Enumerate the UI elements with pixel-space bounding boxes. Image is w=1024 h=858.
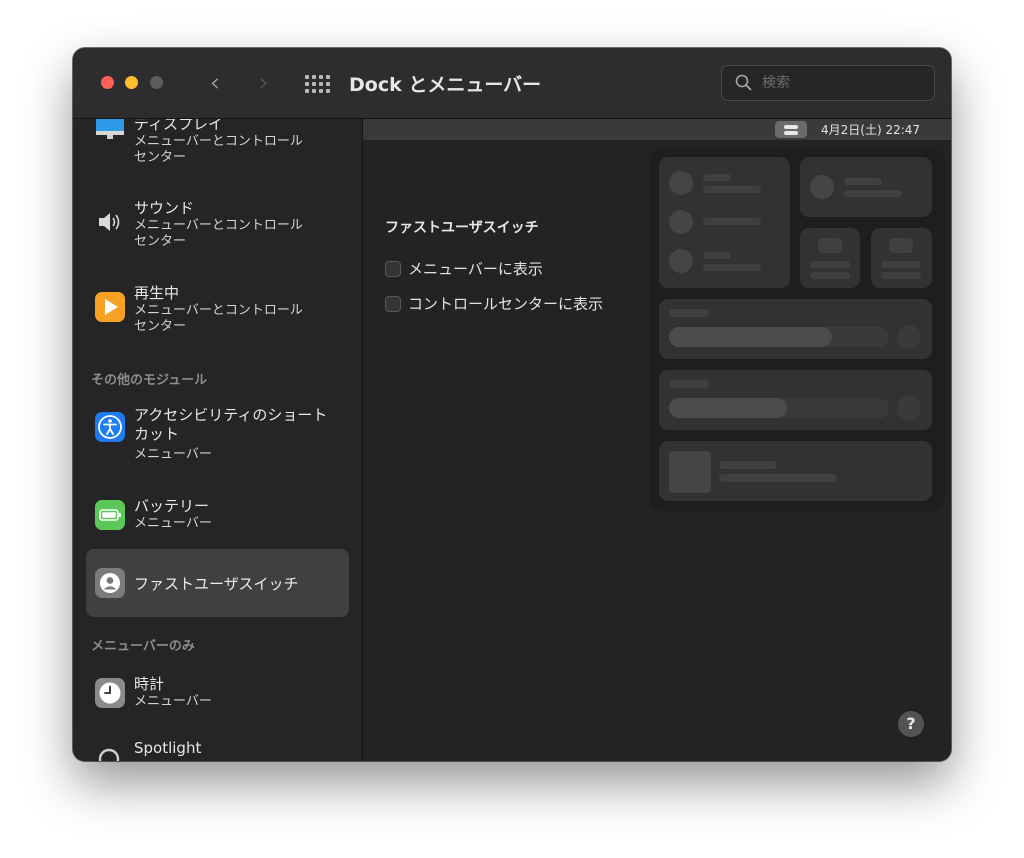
option-show-in-menubar[interactable]: メニューバーに表示 [385, 258, 543, 279]
sidebar-item-label: ディスプレイ [134, 119, 223, 133]
control-center-preview [649, 149, 945, 511]
preview-tile [800, 228, 860, 288]
back-arrow-icon[interactable]: ‹ [202, 70, 228, 96]
search-input[interactable] [762, 66, 922, 100]
sidebar-item-label: サウンド [134, 199, 195, 217]
sidebar-item-sound[interactable]: サウンド メニューバーとコントロール センター [87, 197, 349, 259]
preview-tile [659, 370, 932, 430]
section-title: ファストユーザスイッチ [385, 220, 539, 236]
sidebar-item-spotlight[interactable]: Spotlight [87, 739, 349, 761]
sidebar-item-accessibility-shortcut[interactable]: アクセシビリティのショート カット メニューバー [87, 406, 349, 471]
checkbox-label: メニューバーに表示 [408, 260, 543, 278]
sidebar-item-label: バッテリー [134, 497, 210, 515]
preview-tile [659, 157, 790, 288]
sidebar-item-label: 再生中 [134, 284, 180, 302]
sidebar-item-now-playing[interactable]: 再生中 メニューバーとコントロール センター [87, 282, 349, 344]
zoom-button[interactable] [150, 76, 163, 89]
sidebar-item-clock[interactable]: 時計 メニューバー [87, 675, 349, 715]
show-all-grid-icon[interactable] [305, 75, 330, 93]
sidebar-item-display[interactable]: ディスプレイ メニューバーとコントロール センター [87, 119, 349, 179]
sidebar: ディスプレイ メニューバーとコントロール センター サウンド メニューバーとコン… [73, 119, 363, 761]
sidebar-item-battery[interactable]: バッテリー メニューバー [87, 497, 349, 537]
content-pane: 4月2日(土) 22:47 ファストユーザスイッチ メニューバーに表示 コントロ… [363, 119, 951, 761]
section-header-other-modules: その他のモジュール [91, 373, 208, 388]
settings-window: ‹ › Dock とメニューバー ディスプレイ [73, 48, 951, 761]
sidebar-item-fast-user-switching[interactable]: ファストユーザスイッチ [86, 549, 349, 617]
sidebar-item-sublabel: メニューバー [134, 447, 212, 462]
user-switch-icon [95, 568, 125, 598]
window-title: Dock とメニューバー [349, 74, 542, 96]
minimize-button[interactable] [125, 76, 138, 89]
sidebar-item-sublabel: メニューバー [134, 516, 212, 531]
sidebar-item-sublabel: メニューバーとコントロール センター [134, 134, 303, 165]
play-icon [95, 292, 125, 322]
checkbox[interactable] [385, 295, 401, 312]
clock-icon [95, 678, 125, 708]
control-center-icon [775, 121, 807, 138]
option-show-in-control-center[interactable]: コントロールセンターに表示 [385, 293, 603, 314]
checkbox[interactable] [385, 260, 401, 277]
sidebar-item-sublabel: メニューバー [134, 694, 212, 709]
titlebar: ‹ › Dock とメニューバー [73, 48, 951, 119]
display-icon [95, 119, 125, 147]
sidebar-item-sublabel: メニューバーとコントロール センター [134, 303, 303, 334]
search-field[interactable] [721, 65, 935, 101]
section-header-menubar-only: メニューバーのみ [91, 639, 195, 654]
preview-tile [871, 228, 932, 288]
sidebar-item-label: Spotlight [134, 739, 202, 757]
accessibility-icon [95, 412, 125, 442]
spotlight-icon [95, 745, 125, 761]
speaker-icon [95, 207, 125, 237]
preview-tile [659, 441, 932, 501]
close-button[interactable] [101, 76, 114, 89]
sidebar-item-sublabel: メニューバーとコントロール センター [134, 218, 303, 249]
preview-tile [800, 157, 932, 217]
menubar-clock: 4月2日(土) 22:47 [821, 123, 921, 137]
sidebar-item-label: 時計 [134, 675, 165, 693]
checkbox-label: コントロールセンターに表示 [408, 295, 604, 313]
search-icon [735, 74, 752, 91]
battery-icon [95, 500, 125, 530]
menubar-preview: 4月2日(土) 22:47 [363, 119, 951, 140]
sidebar-item-label: アクセシビリティのショート カット [134, 406, 328, 443]
forward-arrow-icon[interactable]: › [251, 70, 277, 96]
preview-tile [659, 299, 932, 359]
sidebar-item-label: ファストユーザスイッチ [134, 575, 299, 593]
help-button[interactable]: ? [898, 711, 924, 737]
